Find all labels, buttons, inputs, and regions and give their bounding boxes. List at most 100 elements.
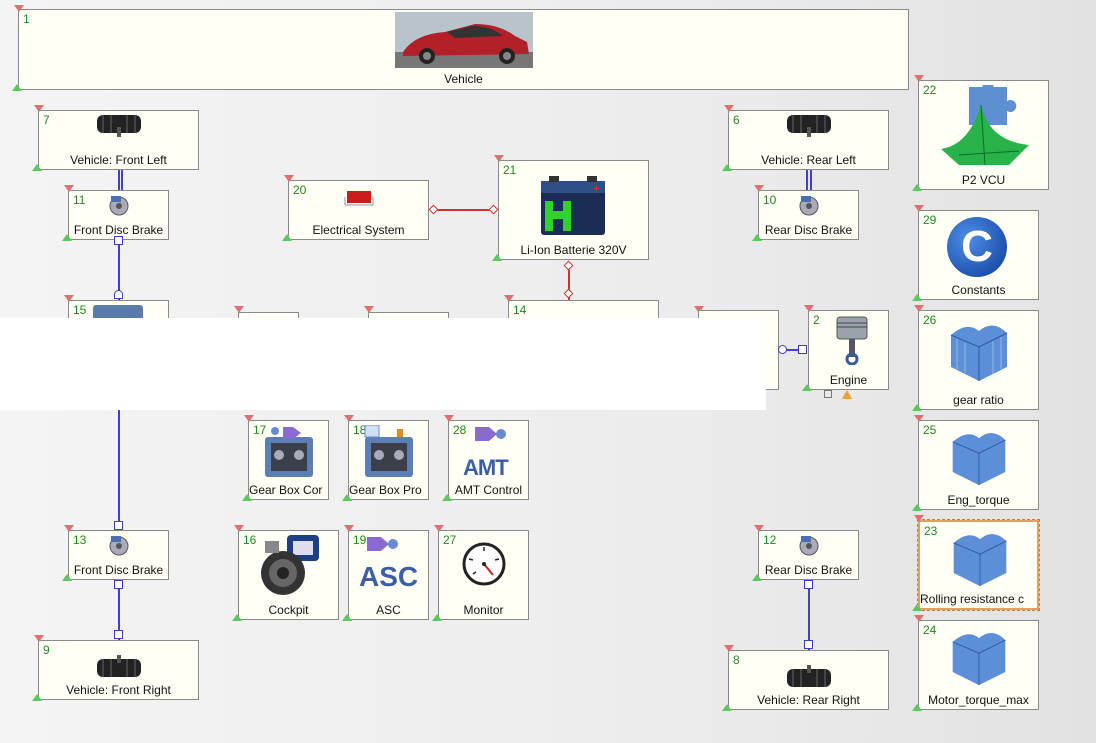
car-icon (395, 12, 533, 68)
block-monitor[interactable]: 27 Monitor (438, 530, 529, 620)
block-number: 7 (43, 113, 50, 127)
block-battery[interactable]: 21 + Li-Ion Batterie 320V (498, 160, 649, 260)
block-label: Engine (829, 373, 868, 387)
block-front-disc-brake-11[interactable]: 11 Front Disc Brake (68, 190, 169, 240)
block-cockpit[interactable]: 16 Cockpit (238, 530, 339, 620)
block-wheel-rear-right[interactable]: 8 Vehicle: Rear Right (728, 650, 889, 710)
resistor-icon (344, 191, 374, 206)
block-number: 6 (733, 113, 740, 127)
block-asc[interactable]: 19 ASC ASC (348, 530, 429, 620)
block-number: 22 (923, 83, 937, 97)
wheel-icon (787, 115, 831, 137)
connector-top (724, 645, 734, 652)
connector-top (234, 306, 244, 313)
connector-bottom (492, 254, 502, 261)
connector-bottom (342, 614, 352, 621)
block-p2-vcu[interactable]: 22 P2 VCU (918, 80, 1049, 190)
connector-top (434, 525, 444, 532)
wire-elec-battery (433, 209, 495, 211)
port[interactable] (804, 580, 813, 589)
wire-front-left-2 (121, 170, 123, 190)
block-label: P2 VCU (961, 173, 1006, 187)
block-constants[interactable]: 29 C Constants (918, 210, 1039, 300)
port[interactable] (804, 640, 813, 649)
block-gear-ratio[interactable]: 26 gear ratio (918, 310, 1039, 410)
block-number: 15 (73, 303, 87, 317)
connector-top (364, 306, 374, 313)
block-label: AMT Control (454, 483, 523, 497)
battery-icon: + (541, 176, 605, 235)
block-number: 13 (73, 533, 87, 547)
connector-bottom (32, 164, 42, 171)
block-wheel-rear-left[interactable]: 6 Vehicle: Rear Left (728, 110, 889, 170)
block-wheel-front-right[interactable]: 9 Vehicle: Front Right (38, 640, 199, 700)
block-label: Li-Ion Batterie 320V (520, 243, 627, 257)
port[interactable] (778, 345, 787, 354)
port[interactable] (114, 236, 123, 245)
connector-top (34, 635, 44, 642)
block-label: Front Disc Brake (73, 223, 164, 237)
connector-top (284, 175, 294, 182)
connector-top (754, 185, 764, 192)
lookup-table-icon (950, 325, 1008, 381)
block-number: 27 (443, 533, 457, 547)
connector-bottom (62, 574, 72, 581)
connector-bottom (12, 84, 22, 91)
port[interactable] (114, 290, 123, 299)
block-label: ASC (376, 603, 401, 617)
disc-brake-icon (799, 196, 819, 216)
elec-port[interactable] (563, 260, 574, 271)
block-number: 29 (923, 213, 937, 227)
block-number: 26 (923, 313, 937, 327)
block-front-disc-brake-13[interactable]: 13 Front Disc Brake (68, 530, 169, 580)
connector-top (804, 305, 814, 312)
elec-port[interactable] (428, 204, 439, 215)
block-rolling-resistance[interactable]: 23 Rolling resistance c (917, 519, 1040, 611)
connector-top (244, 415, 254, 422)
block-eng-torque[interactable]: 25 Eng_torque (918, 420, 1039, 510)
connector-top (914, 205, 924, 212)
block-label: Gear Box Cor (249, 483, 323, 497)
block-vehicle[interactable]: 1 Vehicle (18, 9, 909, 90)
connector-bottom (242, 494, 252, 501)
block-number: 28 (453, 423, 467, 437)
block-number: 11 (73, 193, 86, 207)
block-label: Electrical System (312, 223, 405, 237)
connector-bottom (442, 494, 452, 501)
wheel-icon (787, 665, 831, 687)
block-rear-disc-brake-12[interactable]: 12 Rear Disc Brake (758, 530, 859, 580)
lookup-table-icon (952, 432, 1006, 486)
block-number: 2 (813, 313, 820, 327)
matlab-surface-icon (941, 85, 1029, 166)
elec-port[interactable] (488, 204, 499, 215)
disc-brake-icon (799, 536, 819, 556)
asc-icon: ASC (359, 561, 419, 592)
connector-top (34, 105, 44, 112)
elec-port[interactable] (563, 288, 574, 299)
block-engine[interactable]: 2 Engine (808, 310, 889, 390)
gearbox-data-icon (364, 425, 413, 477)
connector-top (914, 75, 924, 82)
port[interactable] (114, 630, 123, 639)
block-rear-disc-brake-10[interactable]: 10 Rear Disc Brake (758, 190, 859, 240)
block-gear-box-con[interactable]: 17 Gear Box Cor (248, 420, 329, 500)
connector-bottom (802, 384, 812, 391)
block-motor-torque-max[interactable]: 24 Motor_torque_max (918, 620, 1039, 710)
connector-top (444, 415, 454, 422)
amt-icon: AMT (463, 455, 509, 480)
connector-bottom (752, 574, 762, 581)
block-label: Vehicle: Rear Right (757, 693, 860, 707)
block-label: Gear Box Pro (349, 483, 422, 497)
wheel-icon (97, 655, 141, 677)
connector-top (64, 185, 74, 192)
block-electrical-system[interactable]: 20 Electrical System (288, 180, 429, 240)
port[interactable] (798, 345, 807, 354)
block-gear-box-pro[interactable]: 18 Gear Box Pro (348, 420, 429, 500)
port[interactable] (114, 521, 123, 530)
port[interactable] (114, 580, 123, 589)
block-label: Front Disc Brake (73, 563, 164, 577)
connector-top (724, 105, 734, 112)
block-amt-control[interactable]: 28 AMT AMT Control (448, 420, 529, 500)
connector-bottom (912, 504, 922, 511)
block-wheel-front-left[interactable]: 7 Vehicle: Front Left (38, 110, 199, 170)
